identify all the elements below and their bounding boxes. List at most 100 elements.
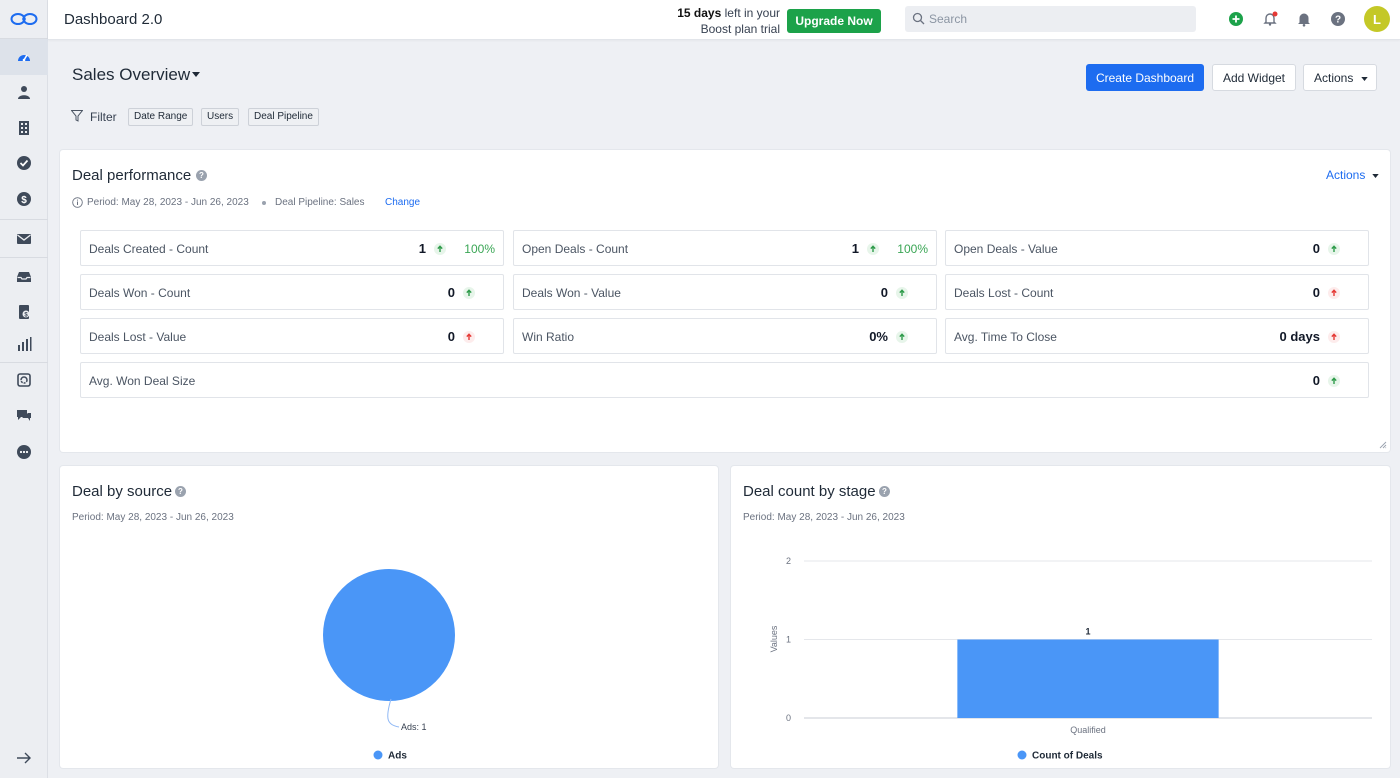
- trend-down-icon: [1328, 331, 1340, 343]
- pie-label-connector: [387, 698, 400, 728]
- metric-value: 0 days: [1279, 329, 1320, 344]
- metric-card[interactable]: Open Deals - Count 1 100%: [513, 230, 937, 266]
- metric-card[interactable]: Avg. Won Deal Size 0: [80, 362, 1369, 398]
- pie-data-label: Ads: 1: [401, 722, 427, 732]
- info-icon: [72, 197, 83, 208]
- chat-icon: [17, 410, 31, 421]
- separator-dot: [262, 201, 266, 205]
- period-text: Period: May 28, 2023 - Jun 26, 2023: [87, 197, 249, 208]
- actions-dropdown-button[interactable]: Actions: [1303, 64, 1377, 91]
- trend-down-icon: [1328, 287, 1340, 299]
- sidebar-item-reports[interactable]: [0, 326, 48, 362]
- filter-chip-date-range[interactable]: Date Range: [128, 108, 194, 126]
- metric-card[interactable]: Deals Won - Count 0: [80, 274, 504, 310]
- metric-label: Deals Won - Count: [89, 286, 191, 300]
- help-icon[interactable]: ?: [879, 486, 890, 497]
- legend-swatch: [373, 750, 383, 760]
- upgrade-now-button[interactable]: Upgrade Now: [787, 9, 881, 33]
- metric-label: Deals Created - Count: [89, 242, 209, 256]
- create-dashboard-button[interactable]: Create Dashboard: [1086, 64, 1204, 91]
- user-avatar[interactable]: L: [1364, 6, 1390, 32]
- sidebar-item-companies[interactable]: [0, 110, 48, 146]
- dollar-circle-icon: $: [17, 192, 31, 206]
- sidebar-divider: [0, 219, 48, 220]
- help-icon[interactable]: ?: [175, 486, 186, 497]
- metric-label: Deals Lost - Value: [89, 330, 187, 344]
- bell-icon[interactable]: [1296, 11, 1312, 27]
- sidebar-item-inbox[interactable]: [0, 259, 48, 295]
- sidebar: $ $: [0, 0, 48, 778]
- metric-card[interactable]: Deals Won - Value 0: [513, 274, 937, 310]
- deal-count-by-stage-card: Deal count by stage ? Period: May 28, 20…: [731, 466, 1390, 768]
- filter-chip-users[interactable]: Users: [201, 108, 240, 126]
- pipeline-text: Deal Pipeline: Sales: [275, 197, 365, 208]
- filter-chip-deal-pipeline[interactable]: Deal Pipeline: [248, 108, 319, 126]
- trend-up-icon: [896, 331, 908, 343]
- legend-label[interactable]: Ads: [388, 751, 407, 762]
- metric-value: 1: [851, 241, 859, 256]
- metric-value: 0%: [869, 329, 888, 344]
- metric-label: Deals Won - Value: [522, 286, 621, 300]
- metric-card[interactable]: Deals Lost - Count 0: [945, 274, 1369, 310]
- metric-card[interactable]: Deals Lost - Value 0: [80, 318, 504, 354]
- x-tick-label: Qualified: [1070, 725, 1106, 735]
- y-tick-label: 1: [786, 635, 791, 645]
- caret-down-icon: [1361, 77, 1368, 81]
- sidebar-item-more[interactable]: [0, 434, 48, 470]
- trend-up-icon: [1328, 375, 1340, 387]
- building-icon: [19, 121, 29, 135]
- trend-up-icon: [896, 287, 908, 299]
- bar-chart-icon: [18, 337, 32, 351]
- caret-down-icon[interactable]: [192, 72, 200, 77]
- sidebar-item-documents[interactable]: $: [0, 294, 48, 330]
- metric-card[interactable]: Win Ratio 0%: [513, 318, 937, 354]
- sidebar-expand-button[interactable]: [0, 740, 48, 776]
- card-actions-dropdown[interactable]: Actions: [1326, 168, 1379, 182]
- trend-up-icon: [1328, 243, 1340, 255]
- filter-icon[interactable]: [71, 110, 83, 122]
- svg-text:$: $: [21, 195, 27, 206]
- check-circle-icon: [17, 156, 31, 170]
- bar[interactable]: [957, 639, 1219, 719]
- pie-slice[interactable]: [323, 569, 455, 701]
- card-title: Deal performance: [72, 167, 192, 184]
- app-title: Dashboard 2.0: [64, 11, 163, 28]
- y-tick-label: 2: [786, 556, 791, 566]
- legend-label[interactable]: Count of Deals: [1032, 751, 1103, 762]
- notification-alert-icon[interactable]: [1262, 11, 1278, 27]
- change-pipeline-link[interactable]: Change: [385, 197, 420, 208]
- add-circle-icon[interactable]: [1228, 11, 1244, 27]
- sidebar-item-contacts[interactable]: [0, 74, 48, 110]
- metric-value: 1: [418, 241, 426, 256]
- sidebar-item-deals[interactable]: $: [0, 181, 48, 217]
- sidebar-item-automations[interactable]: [0, 362, 48, 398]
- metric-value: 0: [447, 285, 455, 300]
- search-input[interactable]: [929, 6, 1189, 32]
- trial-plan: Boost plan trial: [700, 22, 780, 36]
- sidebar-item-chat[interactable]: [0, 398, 48, 434]
- metric-card[interactable]: Deals Created - Count 1 100%: [80, 230, 504, 266]
- mail-icon: [17, 234, 31, 244]
- sidebar-item-tasks[interactable]: [0, 145, 48, 181]
- app-logo-icon[interactable]: [10, 10, 38, 28]
- search-box[interactable]: [905, 6, 1196, 32]
- svg-text:?: ?: [1335, 15, 1341, 26]
- filter-label: Filter: [90, 110, 117, 124]
- period-text: Period: May 28, 2023 - Jun 26, 2023: [72, 512, 234, 523]
- add-widget-button[interactable]: Add Widget: [1212, 64, 1296, 91]
- help-icon[interactable]: ?: [1330, 11, 1346, 27]
- card-title: Deal by source: [72, 483, 173, 500]
- help-icon[interactable]: ?: [196, 170, 207, 181]
- card-title: Deal count by stage: [743, 483, 876, 500]
- more-horizontal-icon: [17, 445, 31, 459]
- sidebar-item-email[interactable]: [0, 221, 48, 257]
- metric-card[interactable]: Open Deals - Value 0: [945, 230, 1369, 266]
- dashboard-selector[interactable]: Sales Overview: [72, 65, 190, 85]
- sidebar-item-dashboard[interactable]: [0, 39, 48, 75]
- caret-down-icon: [1372, 173, 1379, 178]
- top-header: Dashboard 2.0 15 days left in your Boost…: [48, 0, 1400, 40]
- trial-days: 15 days: [677, 6, 722, 20]
- deal-performance-card: Deal performance ? Period: May 28, 2023 …: [60, 150, 1390, 452]
- metric-card[interactable]: Avg. Time To Close 0 days: [945, 318, 1369, 354]
- resize-handle-icon[interactable]: [1379, 441, 1387, 449]
